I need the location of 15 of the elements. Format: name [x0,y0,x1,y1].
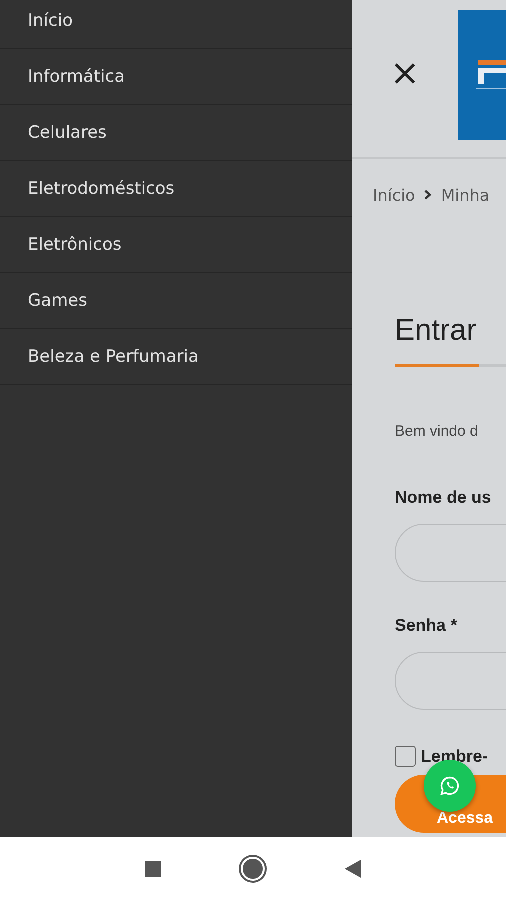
close-button[interactable]: × [390,52,418,96]
breadcrumb-link[interactable]: Início [373,186,416,204]
checkbox-label: Lembre- [421,746,488,766]
field-label: Nome de us [395,488,492,508]
logo-icon [458,10,506,140]
recent-apps-icon[interactable] [145,860,161,876]
home-icon[interactable] [241,856,265,880]
chevron-right-icon [424,190,432,200]
back-icon[interactable] [345,860,361,878]
field-label: Senha * [395,616,458,636]
breadcrumb-link[interactable]: Minha [441,186,490,204]
chat-icon [439,775,461,797]
welcome-text: Bem vindo d [395,423,480,440]
checkbox[interactable] [395,746,416,767]
page-title: Entrar [395,314,478,348]
